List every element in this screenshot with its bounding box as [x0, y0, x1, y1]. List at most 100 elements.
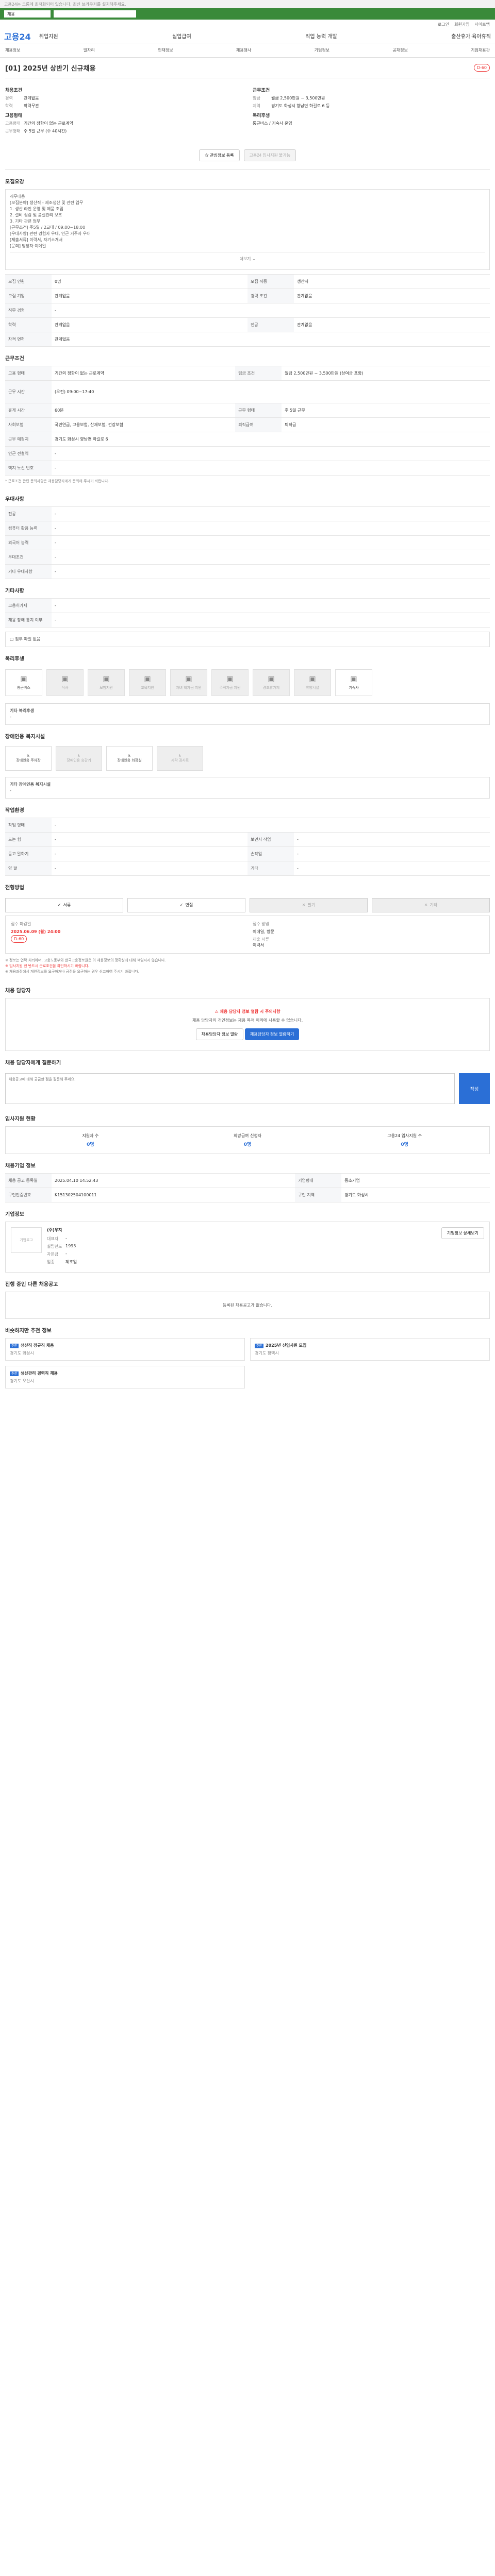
- cell-key: 양 팔: [5, 860, 52, 876]
- welfare-card: ▣ 자녀 학자금 지원: [170, 669, 207, 696]
- accessibility-icon: ♿: [26, 753, 30, 758]
- cell-key: 보면서 작업: [248, 832, 294, 847]
- disability-label: 장애인용 화장실: [117, 758, 142, 762]
- work-note: * 근로조건 관련 문의사항은 채용담당자에게 문의해 주시기 바랍니다.: [5, 479, 109, 483]
- subnav-item[interactable]: 공채정보: [392, 47, 407, 53]
- benefit-icon: ▣: [309, 674, 316, 683]
- sub-nav: 채용정보 일자리 인재정보 채용행사 기업정보 공채정보 기업채용관: [0, 43, 495, 58]
- subnav-item[interactable]: 기업정보: [315, 47, 329, 53]
- contact-open-button[interactable]: 채용담당자 정보 열람하기: [244, 1028, 300, 1041]
- welfare-card: ▣ 보험지원: [88, 669, 125, 696]
- similar-card[interactable]: 추천 생산직 정규직 채용 경기도 화성시: [5, 1338, 245, 1361]
- cell-key: 전공: [5, 506, 52, 521]
- cell-key: 임금 조건: [235, 366, 282, 381]
- util-links: 로그인 회원가입 사이트맵: [0, 20, 495, 29]
- section-title-qna: 채용 담당자에게 질문하기: [5, 1060, 61, 1066]
- accessibility-icon: ♿: [127, 753, 131, 758]
- join-link[interactable]: 회원가입: [454, 22, 469, 27]
- cell-value: -: [52, 564, 490, 579]
- welfare-card: ▣ 통근버스: [5, 669, 42, 696]
- cell-key: 모집 기업: [5, 289, 52, 303]
- gnb-item-unemployment[interactable]: 실업급여: [172, 32, 191, 40]
- similar-sub: 경기도 화성시: [10, 1351, 34, 1356]
- etc-table: 고용허가제 - 채용 장애 통지 여부 -: [5, 598, 490, 628]
- cell-key: 직무 경험: [5, 303, 52, 318]
- similar-sub: 경기도 오산시: [10, 1379, 34, 1384]
- cell-key: 휴게 시간: [5, 403, 52, 418]
- disability-label: 시각 경사로: [171, 758, 189, 762]
- cell-key: 기타: [248, 860, 294, 876]
- scrap-button[interactable]: ☆ 관심정보 등록: [199, 149, 240, 161]
- welfare-grid: ▣ 통근버스 ▣ 식사 ▣ 보험지원 ▣ 교육지원 ▣ 자녀 학자금 지원 ▣ 주택자금 지원 ▣ 경조휴…: [5, 666, 490, 699]
- cell-value: 경기도 화성시 향남면 하길로 6: [52, 432, 490, 447]
- cell-key: 작업 형태: [5, 817, 52, 833]
- attach-box: ▢ 첨부 파일 없음: [5, 631, 490, 647]
- subnav-item[interactable]: 기업채용관: [471, 47, 490, 53]
- subnav-item[interactable]: 채용행사: [236, 47, 251, 53]
- alert-icon: ⚠: [214, 1009, 220, 1014]
- similar-card[interactable]: 추천 생산관리 경력직 채용 경기도 오산시: [5, 1366, 245, 1389]
- process-method: ✓ 면접: [127, 897, 245, 912]
- worksite-table: 작업 형태 - 드는 힘 - 보면서 작업 - 듣고 말하기 - 손작업 - 양 팔 - 기타 -: [5, 817, 490, 876]
- cell-key: 손작업: [248, 846, 294, 861]
- welfare-card: ▣ 기숙사: [335, 669, 372, 696]
- page-title: [01] 2025년 상반기 신규채용: [5, 65, 96, 73]
- file-icon: ▢: [10, 636, 15, 641]
- check-icon: ✓: [179, 903, 184, 907]
- search-bar: 채용: [0, 8, 495, 20]
- gnb-item-training[interactable]: 직업 능력 개발: [305, 32, 337, 40]
- gnb-item-job-support[interactable]: 취업지원: [39, 32, 58, 40]
- apply-button[interactable]: 고용24 입사지원 불가능: [243, 149, 296, 161]
- subnav-item[interactable]: 인재정보: [158, 47, 173, 53]
- cell-value: -: [52, 506, 490, 521]
- cell-key: 근무 형태: [235, 403, 282, 418]
- cell-value: -: [52, 832, 248, 847]
- welfare-card: ▣ 주택자금 지원: [211, 669, 249, 696]
- cell-value: -: [52, 535, 490, 550]
- disability-label: 장애인용 승강기: [67, 758, 91, 762]
- summary-heading: 채용조건: [5, 88, 23, 93]
- subnav-item[interactable]: 채용정보: [5, 47, 20, 53]
- login-link[interactable]: 로그인: [438, 22, 449, 27]
- recommend-badge: 추천: [10, 1344, 19, 1349]
- check-icon: ✕: [424, 903, 428, 907]
- work-table: 고용 형태 기간의 정함이 없는 근로계약 임금 조건 월급 2,500만원 ~ 3,…: [5, 366, 490, 476]
- summary-value: 월급 2,500만원 ~ 3,500만원: [271, 96, 325, 100]
- gnb-item-leave[interactable]: 출산휴가·육아휴직: [451, 32, 491, 40]
- subnav-item[interactable]: 일자리: [84, 47, 95, 53]
- docs-label: 제출 서류: [253, 937, 269, 942]
- section-title-disability: 장애인용 복지시설: [5, 734, 45, 740]
- disability-label: 장애인용 주차장: [16, 758, 41, 762]
- category-select[interactable]: 채용: [4, 10, 51, 18]
- company-detail-button[interactable]: 기업정보 상세보기: [441, 1227, 484, 1240]
- summary-heading: 고용형태: [5, 113, 23, 118]
- cell-value: 0명: [52, 274, 248, 289]
- welfare-label: 휴양시설: [306, 685, 319, 690]
- welfare-card: ▣ 휴양시설: [294, 669, 331, 696]
- benefit-icon: ▣: [185, 674, 192, 683]
- similar-card[interactable]: 추천 2025년 신입사원 모집 경기도 평택시: [250, 1338, 490, 1361]
- section-title-worksite: 작업환경: [5, 807, 24, 814]
- accessibility-icon: ♿: [77, 753, 81, 758]
- logo[interactable]: 고용24: [4, 30, 31, 42]
- qna-submit-button[interactable]: 작성: [459, 1073, 490, 1105]
- cell-value: -: [52, 303, 490, 318]
- sitemap-link[interactable]: 사이트맵: [475, 22, 490, 27]
- process-methods: ✓ 서류 ✓ 면접 ✕ 필기 ✕ 기타: [5, 895, 490, 916]
- more-button[interactable]: 더보기 ⌄: [10, 252, 485, 265]
- search-input[interactable]: [54, 10, 136, 18]
- cell-value: 관계없음: [52, 332, 490, 347]
- method-label: 필기: [307, 903, 316, 907]
- benefit-icon: ▣: [144, 674, 151, 683]
- company-logo: 기업로고: [11, 1227, 42, 1253]
- cell-value: -: [52, 860, 248, 876]
- cell-value: 주 5일 근무: [282, 403, 490, 418]
- contact-view-button[interactable]: 채용담당자 정보 열람: [195, 1028, 244, 1041]
- welfare-label: 주택자금 지원: [219, 685, 241, 690]
- cell-value: -: [52, 817, 490, 833]
- welfare-label: 경조휴가제: [262, 685, 280, 690]
- section-title-work: 근무조건: [5, 356, 24, 362]
- summary-key: 근무형태: [5, 129, 21, 133]
- qna-input[interactable]: [5, 1073, 455, 1105]
- cell-value: -: [52, 549, 490, 565]
